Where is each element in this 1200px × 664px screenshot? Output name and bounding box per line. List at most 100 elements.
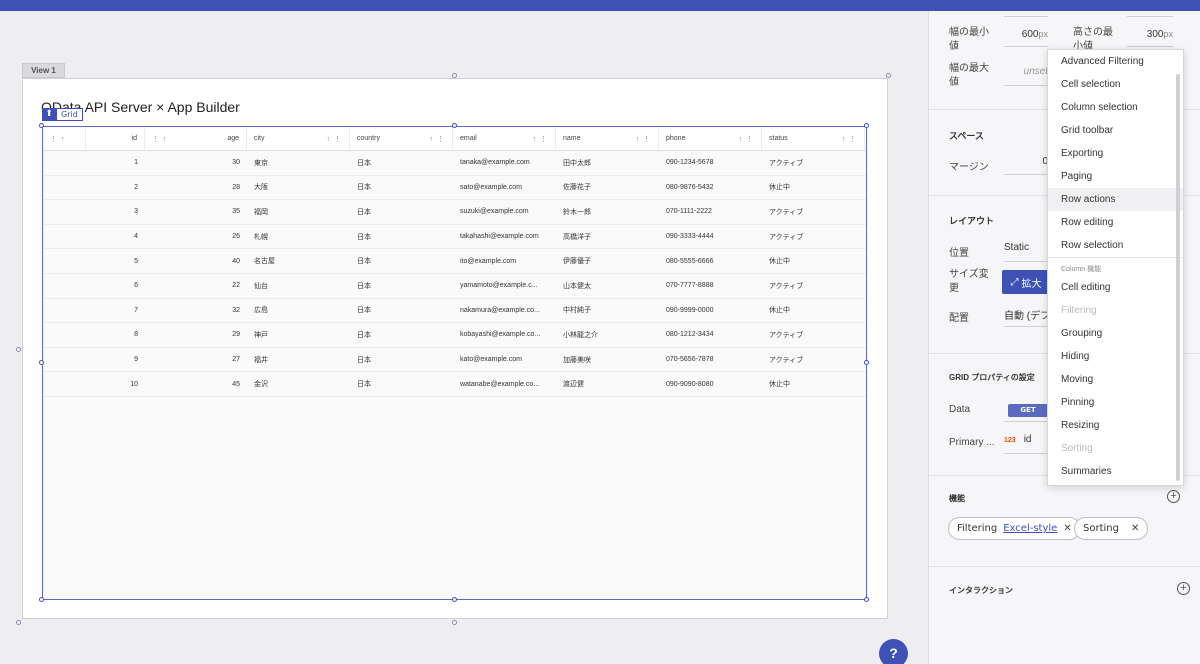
cell-city[interactable]: 広島 <box>247 299 350 323</box>
cell-country[interactable]: 日本 <box>350 200 453 224</box>
data-grid[interactable]: ⋮ ↑ id ⋮ ↑ age city ↑ ⋮ country ↑ ⋮ email ↑ … <box>42 126 867 600</box>
remove-chip-icon[interactable]: ✕ <box>1131 523 1139 534</box>
min-width-field[interactable]: 600px <box>1004 29 1048 47</box>
row-selector-cell[interactable] <box>43 176 86 200</box>
cell-country[interactable]: 日本 <box>350 176 453 200</box>
view-resize-handle[interactable] <box>452 620 457 625</box>
cell-city[interactable]: 仙台 <box>247 274 350 298</box>
table-row[interactable]: 8 29 神戸 日本 kobayashi@example.co... 小林龍之介 080-1… <box>43 323 866 348</box>
cell-city[interactable]: 名古屋 <box>247 249 350 273</box>
dropdown-item-paging[interactable]: Paging <box>1048 165 1183 188</box>
dropdown-item-row-selection[interactable]: Row selection <box>1048 234 1183 257</box>
column-header-id[interactable]: id <box>86 127 145 150</box>
cell-age[interactable]: 45 <box>145 372 247 396</box>
cell-name[interactable]: 山本健太 <box>556 274 659 298</box>
cell-name[interactable]: 伊藤優子 <box>556 249 659 273</box>
dropdown-item-cell-editing[interactable]: Cell editing <box>1048 276 1183 299</box>
grid-resize-handle[interactable] <box>864 360 869 365</box>
column-header-country[interactable]: country ↑ ⋮ <box>350 127 453 150</box>
dropdown-item-summaries[interactable]: Summaries <box>1048 460 1183 483</box>
filtering-mode-link[interactable]: Excel-style <box>1003 523 1057 534</box>
cell-country[interactable]: 日本 <box>350 323 453 347</box>
cell-phone[interactable]: 090-1234-5678 <box>659 151 762 175</box>
arrow-up-icon[interactable]: ⬆ <box>42 108 56 121</box>
cell-email[interactable]: sato@example.com <box>453 176 556 200</box>
cell-city[interactable]: 札幌 <box>247 225 350 249</box>
cell-name[interactable]: 中村純子 <box>556 299 659 323</box>
cell-id[interactable]: 2 <box>86 176 145 200</box>
dropdown-item-grouping[interactable]: Grouping <box>1048 322 1183 345</box>
view-resize-handle[interactable] <box>16 620 21 625</box>
column-header-city[interactable]: city ↑ ⋮ <box>247 127 350 150</box>
sort-icon[interactable]: ↑ ⋮ <box>327 135 342 143</box>
row-selector-cell[interactable] <box>43 323 86 347</box>
position-select[interactable]: Static <box>1004 242 1048 262</box>
row-selector-cell[interactable] <box>43 249 86 273</box>
column-header-phone[interactable]: phone ↑ ⋮ <box>659 127 762 150</box>
grid-resize-handle[interactable] <box>39 360 44 365</box>
dropdown-item-moving[interactable]: Moving <box>1048 368 1183 391</box>
table-row[interactable]: 4 26 札幌 日本 takahashi@example.com 高橋洋子 090-3333… <box>43 225 866 250</box>
column-header-selector[interactable]: ⋮ ↑ <box>43 127 86 150</box>
cell-status[interactable]: アクティブ <box>762 151 865 175</box>
grid-resize-handle[interactable] <box>452 597 457 602</box>
table-row[interactable]: 6 22 仙台 日本 yamamoto@example.c... 山本健太 070-7777… <box>43 274 866 299</box>
column-menu-icon[interactable]: ⋮ ↑ <box>152 135 167 143</box>
cell-phone[interactable]: 090-3333-4444 <box>659 225 762 249</box>
cell-country[interactable]: 日本 <box>350 372 453 396</box>
table-row[interactable]: 7 32 広島 日本 nakamura@example.co... 中村純子 090-999… <box>43 299 866 324</box>
cell-age[interactable]: 32 <box>145 299 247 323</box>
grid-resize-handle[interactable] <box>864 123 869 128</box>
cell-name[interactable]: 高橋洋子 <box>556 225 659 249</box>
cell-phone[interactable]: 080-5555-6666 <box>659 249 762 273</box>
primary-key-field[interactable]: 123 id <box>1004 434 1048 454</box>
max-width-field[interactable]: unset <box>1004 66 1048 86</box>
cell-id[interactable]: 7 <box>86 299 145 323</box>
cell-phone[interactable]: 080-9876-5432 <box>659 176 762 200</box>
cell-status[interactable]: 休止中 <box>762 176 865 200</box>
cell-email[interactable]: watanabe@example.co... <box>453 372 556 396</box>
cell-name[interactable]: 小林龍之介 <box>556 323 659 347</box>
cell-name[interactable]: 鈴木一郎 <box>556 200 659 224</box>
sort-icon[interactable]: ↑ ⋮ <box>842 135 857 143</box>
cell-email[interactable]: yamamoto@example.c... <box>453 274 556 298</box>
dropdown-item-exporting[interactable]: Exporting <box>1048 142 1183 165</box>
dropdown-item-column-selection[interactable]: Column selection <box>1048 96 1183 119</box>
cell-id[interactable]: 3 <box>86 200 145 224</box>
add-interaction-plus-icon[interactable]: + <box>1177 582 1190 595</box>
grid-resize-handle[interactable] <box>452 123 457 128</box>
cell-status[interactable]: アクティブ <box>762 200 865 224</box>
cell-email[interactable]: suzuki@example.com <box>453 200 556 224</box>
cell-status[interactable]: アクティブ <box>762 225 865 249</box>
table-row[interactable]: 5 40 名古屋 日本 ito@example.com 伊藤優子 080-5555-6666… <box>43 249 866 274</box>
cell-country[interactable]: 日本 <box>350 299 453 323</box>
cell-status[interactable]: 休止中 <box>762 372 865 396</box>
cell-age[interactable]: 30 <box>145 151 247 175</box>
cell-email[interactable]: nakamura@example.co... <box>453 299 556 323</box>
cell-age[interactable]: 26 <box>145 225 247 249</box>
cell-city[interactable]: 神戸 <box>247 323 350 347</box>
sort-icon[interactable]: ↑ ⋮ <box>430 135 445 143</box>
sort-icon[interactable]: ↑ ⋮ <box>533 135 548 143</box>
cell-email[interactable]: ito@example.com <box>453 249 556 273</box>
cell-email[interactable]: kobayashi@example.co... <box>453 323 556 347</box>
column-header-age[interactable]: ⋮ ↑ age <box>145 127 247 150</box>
view-resize-handle[interactable] <box>886 73 891 78</box>
cell-phone[interactable]: 090-9999-0000 <box>659 299 762 323</box>
dropdown-item-hiding[interactable]: Hiding <box>1048 345 1183 368</box>
cell-name[interactable]: 佐藤花子 <box>556 176 659 200</box>
column-header-email[interactable]: email ↑ ⋮ <box>453 127 556 150</box>
feature-chip-sorting[interactable]: Sorting ✕ <box>1074 517 1149 540</box>
table-row[interactable]: 3 35 福岡 日本 suzuki@example.com 鈴木一郎 070-1111-22… <box>43 200 866 225</box>
cell-id[interactable]: 9 <box>86 348 145 372</box>
cell-city[interactable]: 東京 <box>247 151 350 175</box>
cell-phone[interactable]: 090-9090-8080 <box>659 372 762 396</box>
cell-status[interactable]: 休止中 <box>762 299 865 323</box>
sort-icon[interactable]: ↑ ⋮ <box>636 135 651 143</box>
view-tab[interactable]: View 1 <box>22 63 65 78</box>
cell-country[interactable]: 日本 <box>350 151 453 175</box>
cell-status[interactable]: 休止中 <box>762 249 865 273</box>
cell-id[interactable]: 6 <box>86 274 145 298</box>
row-selector-cell[interactable] <box>43 151 86 175</box>
add-feature-plus-icon[interactable]: + <box>1167 490 1180 503</box>
